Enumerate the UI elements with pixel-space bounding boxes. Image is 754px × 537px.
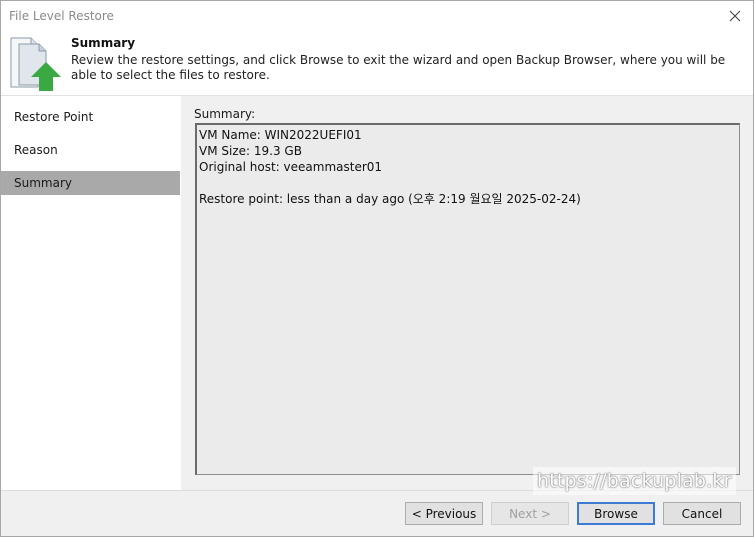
wizard-header: Summary Review the restore settings, and… <box>1 31 753 96</box>
wizard-steps-sidebar: Restore Point Reason Summary <box>1 96 181 490</box>
close-icon <box>729 10 741 22</box>
cancel-button[interactable]: Cancel <box>663 502 741 525</box>
header-description: Review the restore settings, and click B… <box>71 53 726 82</box>
step-summary[interactable]: Summary <box>1 171 180 195</box>
summary-line-original-host: Original host: veeammaster01 <box>199 160 383 174</box>
close-button[interactable] <box>723 5 747 27</box>
summary-line-vm-name: VM Name: WIN2022UEFI01 <box>199 128 362 142</box>
summary-panel: Summary: VM Name: WIN2022UEFI01 VM Size:… <box>182 96 753 490</box>
summary-line-blank <box>199 175 737 191</box>
wizard-footer: < Previous Next > Browse Cancel <box>1 490 753 536</box>
summary-label: Summary: <box>194 107 256 121</box>
previous-button[interactable]: < Previous <box>405 502 483 525</box>
summary-textbox[interactable]: VM Name: WIN2022UEFI01 VM Size: 19.3 GB … <box>195 123 740 475</box>
summary-line-vm-size: VM Size: 19.3 GB <box>199 144 302 158</box>
step-reason[interactable]: Reason <box>1 138 180 162</box>
window-title: File Level Restore <box>9 9 114 23</box>
header-title: Summary <box>71 36 136 50</box>
title-bar: File Level Restore <box>1 1 753 31</box>
watermark-url: https://backuplab.kr <box>533 467 736 495</box>
step-restore-point[interactable]: Restore Point <box>1 105 180 129</box>
file-restore-arrow-icon <box>10 37 61 91</box>
browse-button[interactable]: Browse <box>577 502 655 525</box>
next-button[interactable]: Next > <box>491 502 569 525</box>
summary-line-restore-point: Restore point: less than a day ago (오후 2… <box>199 192 581 206</box>
file-level-restore-window: File Level Restore Summary Review the re… <box>0 0 754 537</box>
